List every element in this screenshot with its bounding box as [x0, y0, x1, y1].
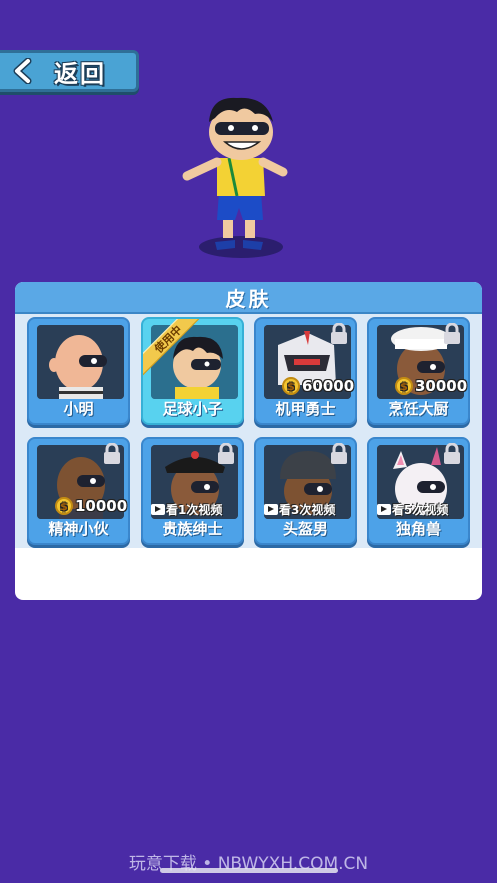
skin-card-xiaoming[interactable]: 小明 [27, 317, 130, 425]
price-value: 10000 [75, 497, 128, 515]
video-text: 看1次视频 [166, 503, 223, 517]
skin-card-spirited-guy[interactable]: $ 10000 精神小伙 [27, 437, 130, 545]
coin-icon: $ [395, 377, 413, 395]
skin-card-chef[interactable]: $ 30000 烹饪大厨 [367, 317, 470, 425]
skin-card-football-kid[interactable]: 使用中 足球小子 [141, 317, 244, 425]
skin-name: 机甲勇士 [275, 400, 336, 418]
video-icon [151, 504, 165, 515]
skin-name: 独角兽 [395, 520, 441, 538]
lock-icon [444, 323, 460, 344]
coin-icon: $ [282, 377, 300, 395]
skin-card-mecha-warrior[interactable]: $ 60000 机甲勇士 [254, 317, 357, 425]
price-tag: $ 60000 [282, 377, 354, 395]
back-button[interactable]: 返回 [0, 50, 139, 92]
skin-name: 头盔男 [282, 520, 328, 538]
character-preview [182, 97, 288, 258]
skin-card-helmet-man[interactable]: 看3次视频 头盔男 [254, 437, 357, 545]
price-tag: $ 30000 [395, 377, 467, 395]
lock-icon [104, 443, 120, 464]
video-requirement: 看1次视频 [151, 501, 222, 518]
video-text: 看3次视频 [279, 503, 336, 517]
skin-name: 烹饪大厨 [388, 400, 449, 418]
skin-card-noble-gentleman[interactable]: 看1次视频 贵族绅士 [141, 437, 244, 545]
price-tag: $ 10000 [55, 497, 127, 515]
video-text: 看5次视频 [392, 503, 449, 517]
lock-icon [331, 443, 347, 464]
lock-icon [331, 323, 347, 344]
price-value: 60000 [302, 377, 355, 395]
skin-panel: 皮肤 小明 使用中 足球小子 $ 60000 机甲勇士 $ 30000 烹饪大厨… [15, 282, 482, 600]
lock-icon [218, 443, 234, 464]
home-indicator[interactable] [160, 868, 338, 873]
chevron-left-icon [13, 58, 32, 84]
skin-name: 精神小伙 [48, 520, 109, 538]
back-label: 返回 [54, 59, 106, 88]
skin-name: 小明 [63, 400, 94, 418]
video-icon [377, 504, 391, 515]
avatar [37, 325, 124, 399]
price-value: 30000 [415, 377, 468, 395]
coin-icon: $ [55, 497, 73, 515]
video-requirement: 看5次视频 [377, 501, 448, 518]
skin-card-unicorn[interactable]: 看5次视频 独角兽 [367, 437, 470, 545]
skin-name: 贵族绅士 [162, 520, 223, 538]
video-requirement: 看3次视频 [264, 501, 335, 518]
lock-icon [444, 443, 460, 464]
skin-name: 足球小子 [162, 400, 223, 418]
panel-title: 皮肤 [225, 286, 272, 311]
panel-header: 皮肤 [15, 282, 482, 314]
video-icon [264, 504, 278, 515]
